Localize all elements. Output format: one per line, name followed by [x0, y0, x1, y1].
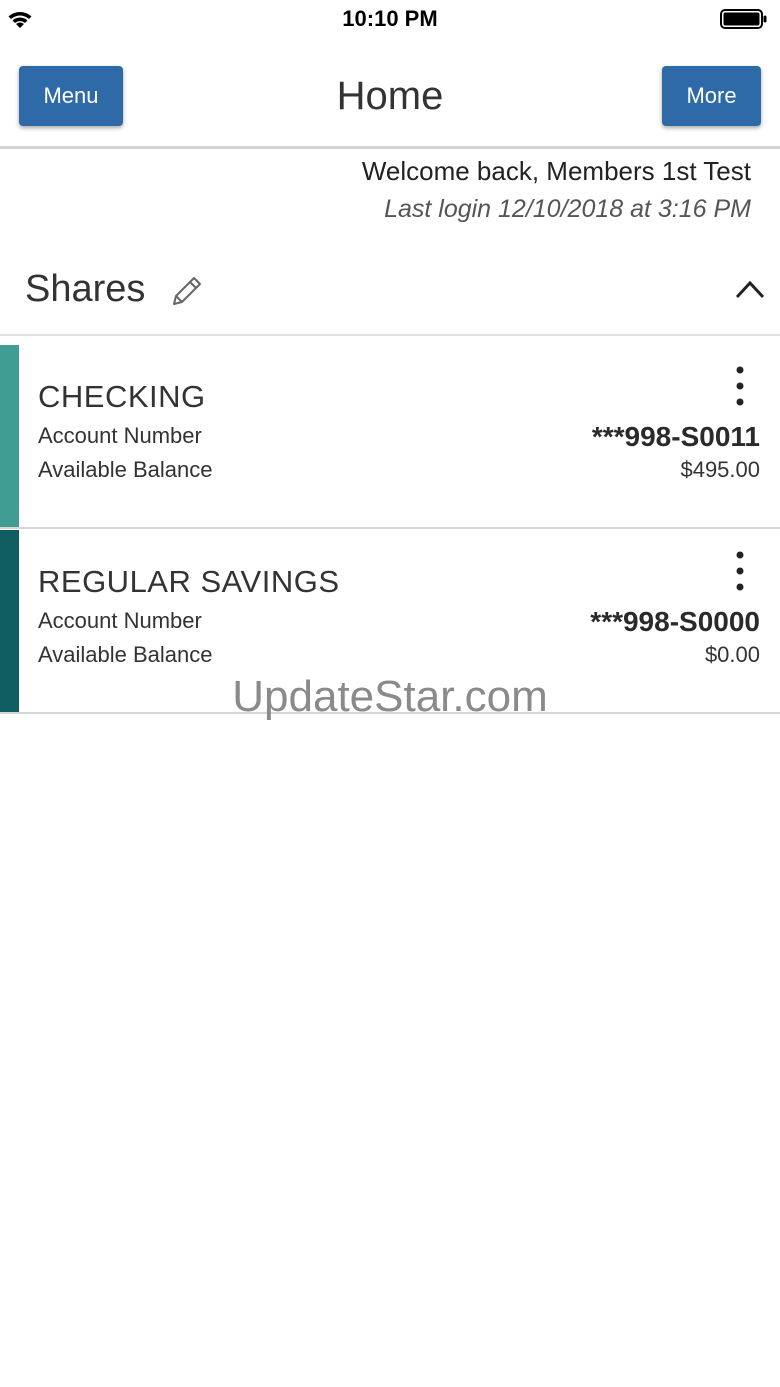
account-number-label: Account Number: [38, 608, 202, 633]
account-number: ***998-S0011: [591, 421, 760, 452]
available-balance: $0.00: [704, 642, 760, 667]
kebab-menu-icon[interactable]: [730, 550, 750, 592]
account-name: CHECKING: [38, 379, 206, 414]
account-name: REGULAR SAVINGS: [38, 564, 340, 599]
app-header: Menu Home More: [0, 40, 780, 149]
status-time: 10:10 PM: [342, 6, 438, 31]
shares-title: Shares: [25, 268, 146, 310]
available-balance-label: Available Balance: [38, 642, 213, 667]
pencil-icon[interactable]: [170, 274, 204, 308]
screen: 10:10 PM Menu Home More Welcome back, Me…: [0, 0, 780, 1387]
status-bar: 10:10 PM: [0, 0, 780, 40]
last-login: Last login 12/10/2018 at 3:16 PM: [384, 195, 751, 223]
available-balance: $495.00: [680, 457, 760, 482]
battery-icon: [720, 9, 767, 29]
chevron-up-icon[interactable]: [734, 278, 766, 300]
more-button[interactable]: More: [662, 66, 761, 126]
account-card-checking[interactable]: CHECKING Account Number Available Balanc…: [0, 345, 780, 529]
shares-section-header[interactable]: Shares: [0, 250, 780, 336]
account-number: ***998-S0000: [590, 606, 760, 637]
watermark: UpdateStar.com: [232, 672, 548, 721]
kebab-menu-icon[interactable]: [730, 365, 750, 407]
available-balance-label: Available Balance: [38, 457, 213, 482]
account-accent-bar: [0, 345, 19, 527]
welcome-message: Welcome back, Members 1st Test: [361, 156, 751, 186]
account-number-label: Account Number: [38, 423, 202, 448]
